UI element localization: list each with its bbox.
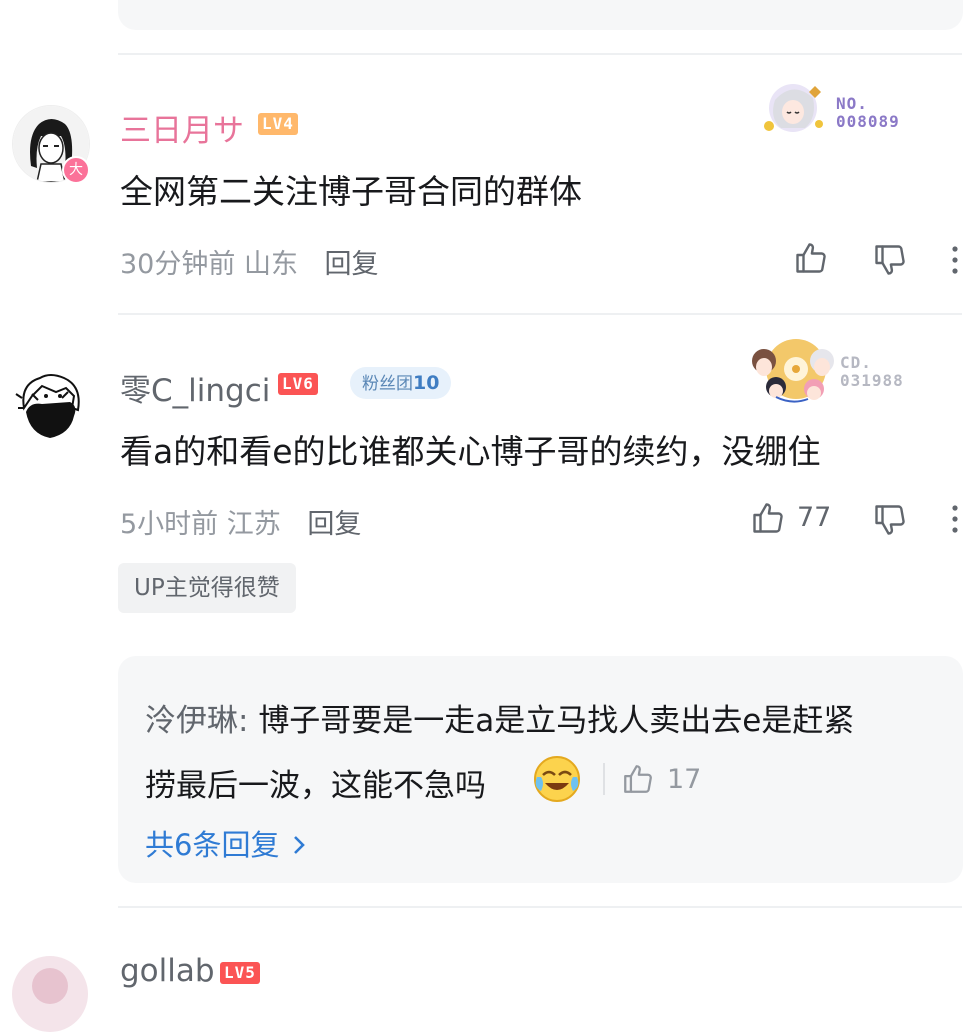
divider bbox=[118, 906, 962, 908]
avatar-image bbox=[12, 368, 88, 444]
avatar-badge: 大 bbox=[62, 156, 90, 184]
reply-author[interactable]: 泠伊琳 bbox=[145, 703, 238, 739]
divider bbox=[118, 313, 962, 315]
more-options-icon[interactable] bbox=[945, 503, 965, 539]
reply-text: 博子哥要是一走a是立马找人卖出去e是赶紧 bbox=[258, 703, 855, 739]
more-options-icon[interactable] bbox=[945, 244, 965, 280]
reply-like-count: 17 bbox=[667, 764, 702, 795]
username[interactable]: gollab bbox=[120, 953, 215, 989]
comment-location: 山东 bbox=[243, 249, 298, 280]
comment-meta: 5小时前 江苏 回复 bbox=[120, 502, 361, 541]
level-badge: LV6 bbox=[278, 373, 318, 395]
avatar-image bbox=[12, 956, 88, 1032]
comment-meta: 30分钟前 山东 回复 bbox=[120, 242, 379, 281]
username[interactable]: 零C_lingci bbox=[120, 365, 270, 410]
up-liked-tag: UP主觉得很赞 bbox=[118, 563, 296, 613]
fan-badge-card[interactable] bbox=[748, 333, 838, 409]
avatar[interactable] bbox=[12, 368, 88, 444]
thumbs-up-icon[interactable] bbox=[750, 500, 786, 540]
thumbs-down-icon[interactable] bbox=[872, 242, 908, 282]
comment-text: 看a的和看e的比谁都关心博子哥的续约，没绷住 bbox=[120, 432, 821, 471]
thumbs-up-icon[interactable] bbox=[793, 240, 829, 280]
comment-text: 全网第二关注博子哥合同的群体 bbox=[120, 172, 582, 211]
fan-badge-card[interactable] bbox=[755, 78, 835, 138]
comment-time: 5小时前 bbox=[120, 509, 219, 540]
view-all-replies-label: 共6条回复 bbox=[145, 828, 280, 862]
thumbs-down-icon[interactable] bbox=[872, 502, 908, 542]
level-badge: LV4 bbox=[258, 113, 298, 135]
divider bbox=[118, 53, 962, 55]
like-count: 77 bbox=[797, 502, 832, 533]
fan-club-badge[interactable]: 粉丝团10 bbox=[350, 367, 452, 399]
avatar[interactable] bbox=[12, 956, 88, 1032]
view-all-replies-link[interactable]: 共6条回复 bbox=[145, 822, 309, 864]
fan-badge-image bbox=[752, 339, 834, 403]
fan-badge-number: CD. 031988 bbox=[840, 353, 904, 390]
fan-badge-image bbox=[764, 84, 823, 132]
separator bbox=[603, 763, 605, 795]
username[interactable]: 三日月サ bbox=[120, 105, 244, 150]
reply-thumbs-up-icon[interactable] bbox=[621, 762, 655, 800]
comment-time: 30分钟前 bbox=[120, 249, 236, 280]
previous-reply-box bbox=[118, 0, 963, 30]
level-badge: LV5 bbox=[220, 962, 260, 984]
reply-text-continued: 捞最后一波，这能不急吗 bbox=[145, 768, 486, 804]
reply-button[interactable]: 回复 bbox=[325, 249, 379, 280]
comment-location: 江苏 bbox=[226, 509, 281, 540]
chevron-right-icon bbox=[289, 830, 309, 864]
fan-club-label: 粉丝团 bbox=[362, 374, 413, 394]
reply-line: 捞最后一波，这能不急吗 bbox=[145, 760, 486, 805]
laughing-crying-emoji-icon bbox=[531, 753, 583, 809]
reply-button[interactable]: 回复 bbox=[307, 509, 361, 540]
reply-line: 泠伊琳: 博子哥要是一走a是立马找人卖出去e是赶紧 bbox=[145, 703, 855, 739]
fan-club-level: 10 bbox=[413, 372, 440, 394]
fan-badge-number: NO. 008089 bbox=[836, 94, 900, 131]
